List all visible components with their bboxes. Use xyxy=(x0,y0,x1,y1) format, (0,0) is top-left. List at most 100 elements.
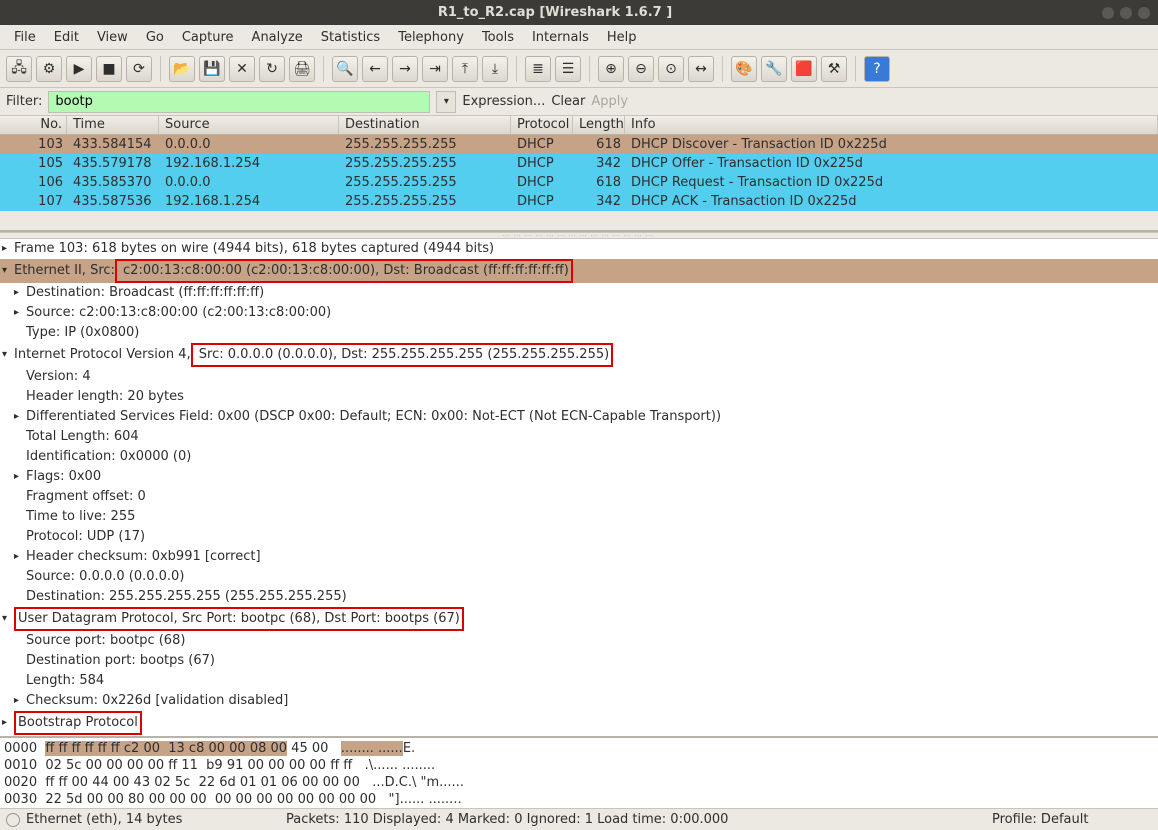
cell: 0.0.0.0 xyxy=(159,135,339,154)
resize-columns-icon[interactable]: ↔ xyxy=(688,56,714,82)
tree-ip-frag[interactable]: Fragment offset: 0 xyxy=(0,487,1158,507)
tree-ip-id[interactable]: Identification: 0x0000 (0) xyxy=(0,447,1158,467)
packet-details-pane[interactable]: Frame 103: 618 bytes on wire (4944 bits)… xyxy=(0,239,1158,736)
tree-ip-dscp[interactable]: Differentiated Services Field: 0x00 (DSC… xyxy=(0,407,1158,427)
packet-list-header[interactable]: No. Time Source Destination Protocol Len… xyxy=(0,116,1158,135)
goto-packet-icon[interactable]: ⇥ xyxy=(422,56,448,82)
tree-eth-src[interactable]: Source: c2:00:13:c8:00:00 (c2:00:13:c8:0… xyxy=(0,303,1158,323)
last-packet-icon[interactable]: ⤓ xyxy=(482,56,508,82)
menu-statistics[interactable]: Statistics xyxy=(313,28,388,47)
zoom-in-icon[interactable]: ⊕ xyxy=(598,56,624,82)
tree-eth-type[interactable]: Type: IP (0x0800) xyxy=(0,323,1158,343)
cell: 618 xyxy=(573,135,625,154)
colorize-icon[interactable]: ≣ xyxy=(525,56,551,82)
packet-row[interactable]: 107435.587536192.168.1.254255.255.255.25… xyxy=(0,192,1158,211)
tree-ip-proto[interactable]: Protocol: UDP (17) xyxy=(0,527,1158,547)
tree-ip-tlen[interactable]: Total Length: 604 xyxy=(0,427,1158,447)
find-icon[interactable]: 🔍 xyxy=(332,56,358,82)
filter-dropdown[interactable]: ▾ xyxy=(436,91,456,113)
tree-ip-dst[interactable]: Destination: 255.255.255.255 (255.255.25… xyxy=(0,587,1158,607)
packet-row[interactable]: 103433.5841540.0.0.0255.255.255.255DHCP6… xyxy=(0,135,1158,154)
apply-button[interactable]: Apply xyxy=(591,94,628,109)
packet-row[interactable]: 106435.5853700.0.0.0255.255.255.255DHCP6… xyxy=(0,173,1158,192)
tree-udp-csum[interactable]: Checksum: 0x226d [validation disabled] xyxy=(0,691,1158,711)
first-packet-icon[interactable]: ⤒ xyxy=(452,56,478,82)
menu-file[interactable]: File xyxy=(6,28,44,47)
cell: 435.585370 xyxy=(67,173,159,192)
window-controls[interactable] xyxy=(1102,7,1150,19)
menu-go[interactable]: Go xyxy=(138,28,172,47)
help-icon[interactable]: ? xyxy=(864,56,890,82)
tree-ethernet[interactable]: Ethernet II, Src: c2:00:13:c8:00:00 (c2:… xyxy=(0,259,1158,283)
hex-row-0[interactable]: 0000 ff ff ff ff ff ff c2 00 13 c8 00 00… xyxy=(4,740,1154,757)
cell: 0.0.0.0 xyxy=(159,173,339,192)
menu-analyze[interactable]: Analyze xyxy=(244,28,311,47)
save-file-icon[interactable]: 💾 xyxy=(199,56,225,82)
interfaces-icon[interactable]: 🖧 xyxy=(6,56,32,82)
pane-splitter-1[interactable] xyxy=(0,232,1158,239)
minimize-button[interactable] xyxy=(1102,7,1114,19)
tree-ip-ttl[interactable]: Time to live: 255 xyxy=(0,507,1158,527)
coloring-rules-icon[interactable]: 🟥 xyxy=(791,56,817,82)
col-protocol[interactable]: Protocol xyxy=(511,116,573,134)
reload-icon[interactable]: ↻ xyxy=(259,56,285,82)
open-file-icon[interactable]: 📂 xyxy=(169,56,195,82)
col-no[interactable]: No. xyxy=(0,116,67,134)
menu-tools[interactable]: Tools xyxy=(474,28,522,47)
packet-row[interactable]: 105435.579178192.168.1.254255.255.255.25… xyxy=(0,154,1158,173)
tree-udp-sp[interactable]: Source port: bootpc (68) xyxy=(0,631,1158,651)
menu-edit[interactable]: Edit xyxy=(46,28,87,47)
go-back-icon[interactable]: ← xyxy=(362,56,388,82)
capture-filters-icon[interactable]: 🎨 xyxy=(731,56,757,82)
tree-frame[interactable]: Frame 103: 618 bytes on wire (4944 bits)… xyxy=(0,239,1158,259)
tree-ip-src[interactable]: Source: 0.0.0.0 (0.0.0.0) xyxy=(0,567,1158,587)
clear-button[interactable]: Clear xyxy=(551,94,585,109)
filter-input[interactable] xyxy=(48,91,430,113)
tree-eth-dst[interactable]: Destination: Broadcast (ff:ff:ff:ff:ff:f… xyxy=(0,283,1158,303)
menu-telephony[interactable]: Telephony xyxy=(390,28,472,47)
autoscroll-icon[interactable]: ☰ xyxy=(555,56,581,82)
tree-udp-dp[interactable]: Destination port: bootps (67) xyxy=(0,651,1158,671)
restart-capture-icon[interactable]: ⟳ xyxy=(126,56,152,82)
zoom-reset-icon[interactable]: ⊙ xyxy=(658,56,684,82)
tree-ip-flags[interactable]: Flags: 0x00 xyxy=(0,467,1158,487)
cell: 106 xyxy=(0,173,67,192)
expert-info-icon[interactable] xyxy=(6,813,20,827)
zoom-out-icon[interactable]: ⊖ xyxy=(628,56,654,82)
packet-list-pane[interactable]: No. Time Source Destination Protocol Len… xyxy=(0,116,1158,232)
cell: DHCP xyxy=(511,173,573,192)
close-file-icon[interactable]: ✕ xyxy=(229,56,255,82)
stop-capture-icon[interactable]: ■ xyxy=(96,56,122,82)
expression-button[interactable]: Expression... xyxy=(462,94,545,109)
packet-bytes-pane[interactable]: 0000 ff ff ff ff ff ff c2 00 13 c8 00 00… xyxy=(0,736,1158,808)
close-button[interactable] xyxy=(1138,7,1150,19)
window-title: R1_to_R2.cap [Wireshark 1.6.7 ] xyxy=(8,5,1102,20)
tree-udp-len[interactable]: Length: 584 xyxy=(0,671,1158,691)
print-icon[interactable]: 🖨 xyxy=(289,56,315,82)
menu-view[interactable]: View xyxy=(89,28,136,47)
maximize-button[interactable] xyxy=(1120,7,1132,19)
start-capture-icon[interactable]: ▶ xyxy=(66,56,92,82)
col-length[interactable]: Length xyxy=(573,116,625,134)
tree-bootstrap[interactable]: Bootstrap Protocol xyxy=(0,711,1158,735)
menu-capture[interactable]: Capture xyxy=(174,28,242,47)
preferences-icon[interactable]: ⚒ xyxy=(821,56,847,82)
go-forward-icon[interactable]: → xyxy=(392,56,418,82)
menu-help[interactable]: Help xyxy=(599,28,645,47)
tree-ip-csum[interactable]: Header checksum: 0xb991 [correct] xyxy=(0,547,1158,567)
tree-ip-version[interactable]: Version: 4 xyxy=(0,367,1158,387)
col-destination[interactable]: Destination xyxy=(339,116,511,134)
menu-internals[interactable]: Internals xyxy=(524,28,597,47)
col-source[interactable]: Source xyxy=(159,116,339,134)
display-filters-icon[interactable]: 🔧 xyxy=(761,56,787,82)
col-time[interactable]: Time xyxy=(67,116,159,134)
tree-udp[interactable]: User Datagram Protocol, Src Port: bootpc… xyxy=(0,607,1158,631)
hex-row-3[interactable]: 0030 22 5d 00 00 80 00 00 00 00 00 00 00… xyxy=(4,791,1154,808)
hex-row-2[interactable]: 0020 ff ff 00 44 00 43 02 5c 22 6d 01 01… xyxy=(4,774,1154,791)
options-icon[interactable]: ⚙ xyxy=(36,56,62,82)
status-profile[interactable]: Profile: Default xyxy=(992,812,1152,827)
hex-row-1[interactable]: 0010 02 5c 00 00 00 00 ff 11 b9 91 00 00… xyxy=(4,757,1154,774)
tree-ip[interactable]: Internet Protocol Version 4, Src: 0.0.0.… xyxy=(0,343,1158,367)
tree-ip-hlen[interactable]: Header length: 20 bytes xyxy=(0,387,1158,407)
col-info[interactable]: Info xyxy=(625,116,1158,134)
